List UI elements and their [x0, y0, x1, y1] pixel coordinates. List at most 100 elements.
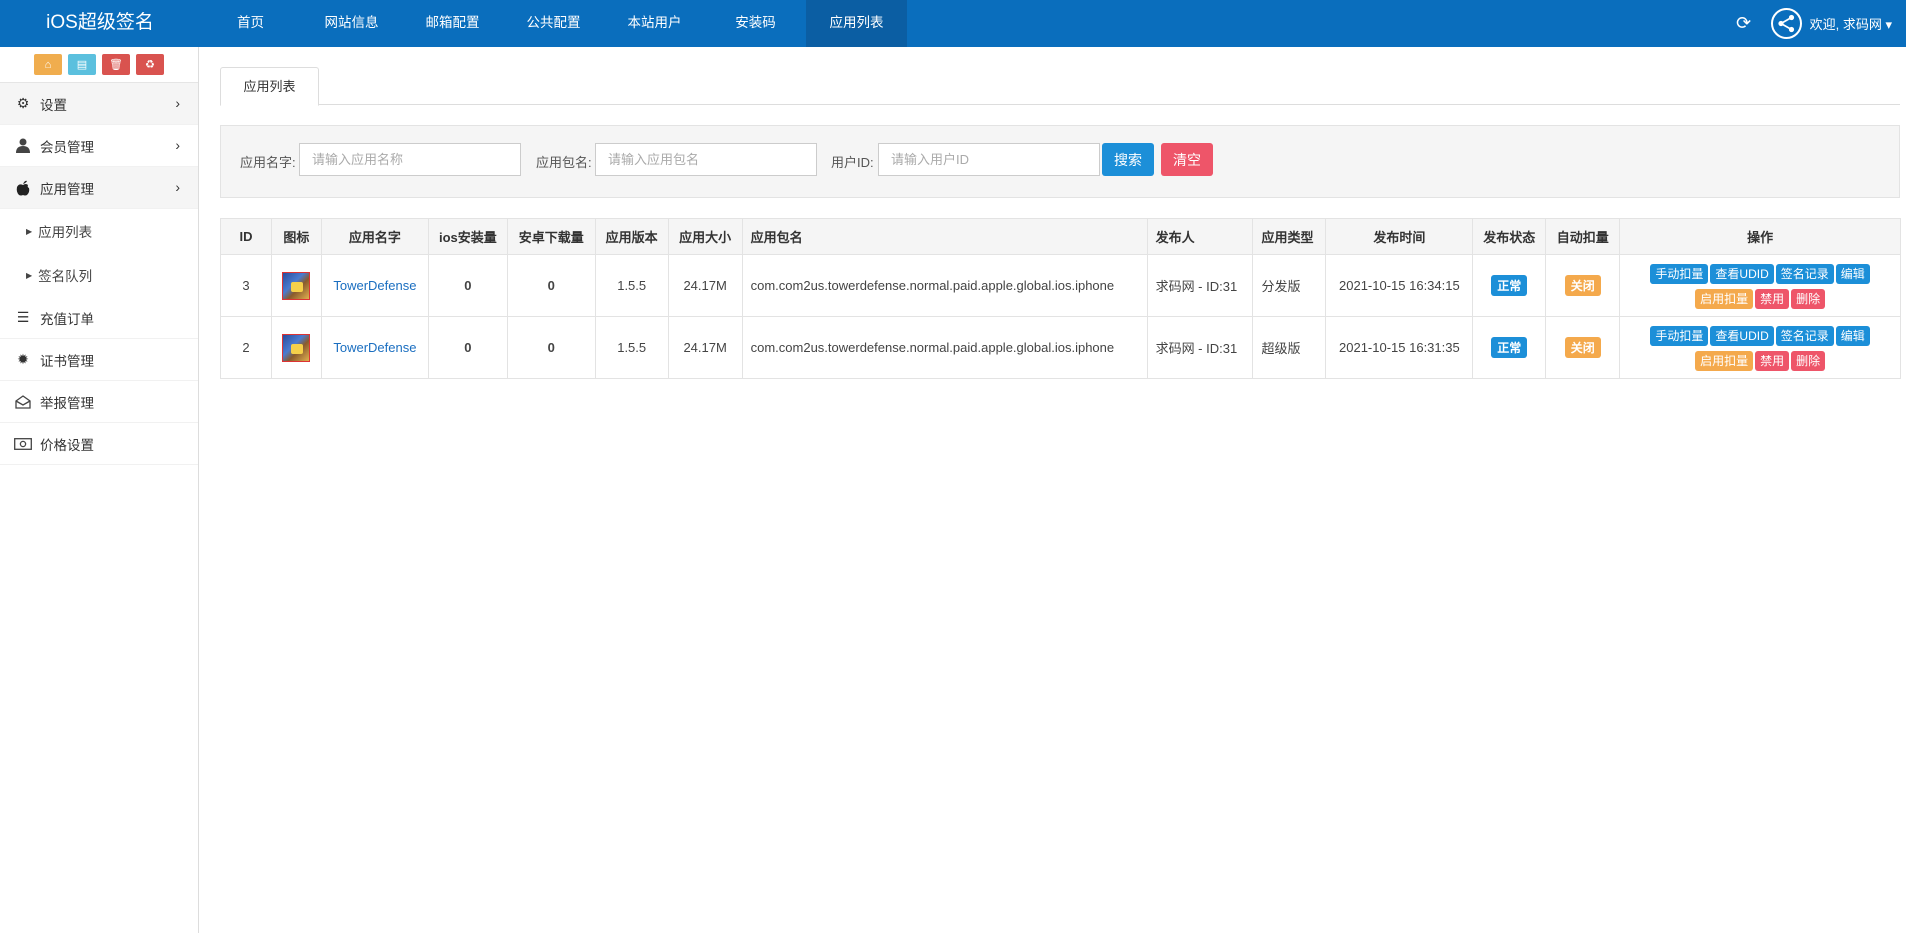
money-icon: [12, 435, 34, 453]
share-icon: [1778, 14, 1794, 33]
cell-bundle: com.com2us.towerdefense.normal.paid.appl…: [741, 316, 1148, 379]
cell-id: 2: [220, 316, 272, 379]
sidebar-item-orders[interactable]: ☰ 充值订单: [0, 297, 198, 339]
nav-site-users[interactable]: 本站用户: [604, 0, 705, 47]
top-nav: 首页 网站信息 邮箱配置 公共配置 本站用户 安装码 应用列表: [200, 0, 907, 47]
enable-deduct-button[interactable]: 启用扣量: [1695, 350, 1754, 371]
col-header: 应用类型: [1252, 218, 1327, 255]
nav-mail-config[interactable]: 邮箱配置: [402, 0, 503, 47]
bundle-label: 应用包名:: [536, 155, 592, 170]
apple-icon: [12, 179, 34, 197]
user-menu[interactable]: 欢迎, 求码网 ▾: [1810, 14, 1892, 33]
col-header: ios安装量: [427, 218, 508, 255]
app-icon: [282, 333, 311, 362]
sidebar-item-label: 价格设置: [40, 437, 94, 453]
auto-deduct-badge: 关闭: [1564, 275, 1601, 296]
sidebar: ⌂ ▤ 🗑 ♻ ⚙ 设置 › 会员管理 › 应用管理 › ▶ 应用列表 ▶ 签名…: [0, 47, 199, 933]
ban-button[interactable]: 禁用: [1755, 350, 1790, 371]
status-badge: 正常: [1491, 337, 1528, 358]
chevron-right-icon: ›: [175, 137, 180, 153]
table-row: 2 TowerDefense 0 0 1.5.5 24.17M com.com2…: [220, 316, 1901, 379]
chevron-right-icon: ›: [175, 179, 180, 195]
tab-app-list[interactable]: 应用列表: [220, 67, 319, 106]
brand-title[interactable]: iOS超级签名: [0, 0, 200, 47]
nav-app-list[interactable]: 应用列表: [806, 0, 907, 47]
nav-public-config[interactable]: 公共配置: [503, 0, 604, 47]
col-header: 发布人: [1146, 218, 1254, 255]
cell-version: 1.5.5: [594, 316, 669, 379]
col-header: 安卓下载量: [506, 218, 596, 255]
cell-android-downloads: 0: [506, 316, 596, 379]
gears-icon: ⚙: [16, 95, 30, 111]
col-header: 应用名字: [320, 218, 429, 255]
nav-site-info[interactable]: 网站信息: [301, 0, 402, 47]
cell-size: 24.17M: [667, 254, 743, 317]
col-header: 自动扣量: [1545, 218, 1621, 255]
search-button[interactable]: 搜索: [1102, 143, 1154, 176]
sidebar-item-certs[interactable]: ✹ 证书管理: [0, 339, 198, 381]
certificate-icon: ✹: [17, 351, 29, 367]
col-header: 应用包名: [741, 218, 1148, 255]
avatar[interactable]: [1770, 8, 1802, 39]
cell-ios-installs: 0: [427, 316, 508, 379]
edit-button[interactable]: 编辑: [1835, 325, 1870, 346]
app-name-input[interactable]: [299, 143, 521, 176]
chevron-right-icon: ›: [175, 95, 180, 111]
table-header-row: ID 图标 应用名字 ios安装量 安卓下载量 应用版本 应用大小 应用包名 发…: [220, 218, 1901, 255]
nav-home[interactable]: 首页: [200, 0, 301, 47]
sidebar-item-prices[interactable]: 价格设置: [0, 423, 198, 465]
table-row: 3 TowerDefense 0 0 1.5.5 24.17M com.com2…: [220, 254, 1901, 317]
view-udid-button[interactable]: 查看UDID: [1710, 325, 1774, 346]
sidebar-subitem-app-list[interactable]: ▶ 应用列表: [0, 209, 198, 253]
user-id-label: 用户ID:: [831, 155, 874, 170]
home-icon[interactable]: ⌂: [34, 54, 62, 75]
sidebar-item-members[interactable]: 会员管理 ›: [0, 125, 198, 167]
enable-deduct-button[interactable]: 启用扣量: [1695, 288, 1754, 309]
sidebar-item-label: 应用列表: [38, 225, 93, 240]
caret-right-icon: ▶: [26, 270, 33, 280]
sidebar-item-apps[interactable]: 应用管理 ›: [0, 167, 198, 209]
tab-bar: 应用列表: [220, 67, 1900, 106]
ban-button[interactable]: 禁用: [1755, 288, 1790, 309]
sidebar-item-label: 会员管理: [40, 139, 94, 155]
refresh-icon[interactable]: ⟳: [1729, 13, 1759, 34]
app-table: ID 图标 应用名字 ios安装量 安卓下载量 应用版本 应用大小 应用包名 发…: [220, 218, 1901, 379]
bundle-input[interactable]: [595, 143, 817, 176]
col-header: ID: [220, 218, 272, 255]
user-icon: [12, 137, 34, 155]
cell-status: 正常: [1472, 316, 1547, 379]
cell-icon: [270, 316, 322, 379]
clear-button[interactable]: 清空: [1161, 143, 1213, 176]
auto-deduct-badge: 关闭: [1564, 337, 1601, 358]
cell-publisher: 求码网 - ID:31: [1146, 316, 1254, 379]
manual-deduct-button[interactable]: 手动扣量: [1650, 325, 1709, 346]
delete-button[interactable]: 删除: [1791, 288, 1826, 309]
recycle-icon[interactable]: ♻: [136, 54, 164, 75]
shortcut-bar: ⌂ ▤ 🗑 ♻: [0, 47, 198, 83]
cell-auto: 关闭: [1545, 254, 1621, 317]
sign-log-button[interactable]: 签名记录: [1775, 263, 1834, 284]
app-name-link[interactable]: TowerDefense: [333, 340, 416, 355]
cell-actions: 手动扣量 查看UDID 签名记录 编辑 启用扣量 禁用 删除: [1619, 316, 1901, 379]
trash-icon[interactable]: 🗑: [102, 54, 130, 75]
edit-button[interactable]: 编辑: [1835, 263, 1870, 284]
delete-button[interactable]: 删除: [1791, 350, 1826, 371]
cell-type: 分发版: [1252, 254, 1327, 317]
nav-install-code[interactable]: 安装码: [705, 0, 806, 47]
main-content: 应用列表 应用名字: 应用包名: 用户ID: 搜索 清空 ID 图标 应用名字 …: [220, 67, 1901, 379]
sidebar-item-settings[interactable]: ⚙ 设置 ›: [0, 83, 198, 125]
manual-deduct-button[interactable]: 手动扣量: [1650, 263, 1709, 284]
user-id-input[interactable]: [878, 143, 1100, 176]
col-header: 操作: [1619, 218, 1901, 255]
app-name-link[interactable]: TowerDefense: [333, 278, 416, 293]
cell-version: 1.5.5: [594, 254, 669, 317]
sidebar-subitem-sign-queue[interactable]: ▶ 签名队列: [0, 253, 198, 297]
sign-log-button[interactable]: 签名记录: [1775, 325, 1834, 346]
file-icon[interactable]: ▤: [68, 54, 96, 75]
cell-name: TowerDefense: [320, 254, 429, 317]
view-udid-button[interactable]: 查看UDID: [1710, 263, 1774, 284]
top-bar: iOS超级签名 首页 网站信息 邮箱配置 公共配置 本站用户 安装码 应用列表 …: [0, 0, 1906, 47]
col-header: 应用版本: [594, 218, 669, 255]
cell-time: 2021-10-15 16:31:35: [1325, 316, 1474, 379]
sidebar-item-reports[interactable]: 举报管理: [0, 381, 198, 423]
